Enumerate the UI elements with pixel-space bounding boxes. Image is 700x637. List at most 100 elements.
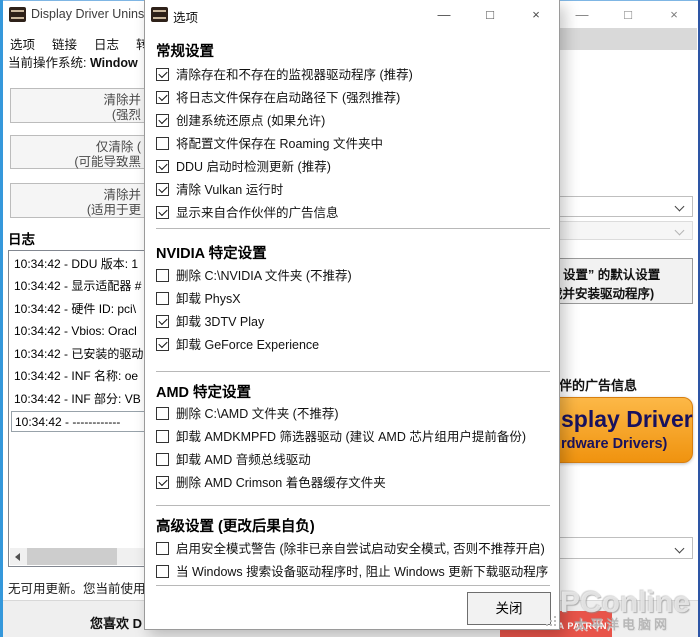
checkbox-label: 将配置文件保存在 Roaming 文件夹中 [176,137,383,151]
info-text-line: 载并安装驱动程序) [550,283,654,302]
section-header-general: 常规设置 [156,40,214,61]
checkbox-row[interactable]: 清除存在和不存在的监视器驱动程序 (推荐) [156,64,413,82]
dialog-close-action-button[interactable]: 关闭 [467,592,551,625]
checkbox[interactable] [156,206,169,219]
dialog-close-button[interactable]: × [513,0,559,30]
main-minimize-button[interactable]: — [559,0,605,30]
checkbox[interactable] [156,183,169,196]
resize-grip[interactable] [544,614,556,626]
window-border [0,0,3,637]
checkbox[interactable] [156,430,169,443]
checkbox-label: 删除 C:\NVIDIA 文件夹 (不推荐) [176,269,352,283]
banner-title-fragment: splay Driver [561,406,693,433]
checkbox-row[interactable]: 将配置文件保存在 Roaming 文件夹中 [156,133,383,151]
button-text-line: (强烈 [112,108,141,122]
checkbox-row[interactable]: DDU 启动时检测更新 (推荐) [156,156,331,174]
menu-links[interactable]: 链接 [52,34,77,53]
checkbox-row[interactable]: 创建系统还原点 (如果允许) [156,110,325,128]
button-text-line: 清除并 [103,93,141,107]
checkbox-label: 启用安全模式警告 (除非已亲自尝试启动安全模式, 否则不推荐开启) [176,542,545,556]
checkbox[interactable] [156,68,169,81]
checkbox[interactable] [156,542,169,555]
button-text-line: (适用于更 [87,203,141,217]
checkbox-label: 创建系统还原点 (如果允许) [176,114,325,128]
checkbox-row[interactable]: 卸载 PhysX [156,288,241,306]
menu-options[interactable]: 选项 [10,34,35,53]
ddu-app-icon [151,7,168,22]
checkbox[interactable] [156,114,169,127]
button-text-line: 清除并 [103,188,141,202]
checkbox[interactable] [156,453,169,466]
os-value: Window [90,56,138,70]
section-header-amd: AMD 特定设置 [156,381,251,402]
chevron-down-icon [675,226,685,236]
checkbox-row[interactable]: 当 Windows 搜索设备驱动程序时, 阻止 Windows 更新下载驱动程序 [156,561,548,579]
checkbox-row[interactable]: 显示来自合作伙伴的广告信息 [156,202,339,220]
checkbox-label: 将日志文件保存在启动路径下 (强烈推荐) [176,91,400,105]
checkbox-row[interactable]: 卸载 AMD 音频总线驱动 [156,449,311,467]
section-divider [156,505,550,506]
checkbox-row[interactable]: 删除 C:\NVIDIA 文件夹 (不推荐) [156,265,352,283]
main-window-title: Display Driver Unins [31,7,144,21]
checkbox-row[interactable]: 卸载 3DTV Play [156,311,264,329]
checkbox-row[interactable]: 将日志文件保存在启动路径下 (强烈推荐) [156,87,400,105]
options-dialog: 选项 — □ × 常规设置 清除存在和不存在的监视器驱动程序 (推荐) 将日志文… [144,0,560,630]
checkbox[interactable] [156,160,169,173]
checkbox[interactable] [156,476,169,489]
checkbox-row[interactable]: 删除 C:\AMD 文件夹 (不推荐) [156,403,339,421]
banner-subtitle-fragment: rdware Drivers) [561,436,667,452]
close-icon: × [670,7,678,22]
checkbox[interactable] [156,269,169,282]
checkbox[interactable] [156,407,169,420]
checkbox-label: 删除 C:\AMD 文件夹 (不推荐) [176,407,339,421]
main-close-button[interactable]: × [651,0,697,30]
checkbox-row[interactable]: 卸载 GeForce Experience [156,334,319,352]
checkbox-row[interactable]: 启用安全模式警告 (除非已亲自尝试启动安全模式, 否则不推荐开启) [156,538,545,556]
update-status-text: 无可用更新。您当前使用一 [8,578,158,597]
checkbox[interactable] [156,137,169,150]
checkbox-label: 显示来自合作伙伴的广告信息 [176,206,339,220]
dialog-minimize-button[interactable]: — [421,0,467,30]
current-os-line: 当前操作系统: Window [8,52,138,71]
scrollbar-thumb[interactable] [27,548,117,565]
section-header-advanced: 高级设置 (更改后果自负) [156,515,315,536]
checkbox-label: 卸载 GeForce Experience [176,338,319,352]
checkbox-label: 卸载 PhysX [176,292,241,306]
minimize-icon: — [438,7,451,22]
checkbox-row[interactable]: 删除 AMD Crimson 着色器缓存文件夹 [156,472,386,490]
checkbox-label: 卸载 AMD 音频总线驱动 [176,453,311,467]
dialog-maximize-button[interactable]: □ [467,0,513,30]
log-section-label: 日志 [8,228,35,248]
chevron-left-icon [15,553,20,561]
checkbox[interactable] [156,565,169,578]
checkbox-label: 删除 AMD Crimson 着色器缓存文件夹 [176,476,386,490]
checkbox-label: 卸载 AMDKMPFD 筛选器驱动 (建议 AMD 芯片组用户提前备份) [176,430,526,444]
checkbox[interactable] [156,292,169,305]
checkbox-label: 卸载 3DTV Play [176,315,264,329]
scroll-left-button[interactable] [10,548,27,565]
checkbox[interactable] [156,315,169,328]
info-text-line: 设置” 的默认设置 [563,264,660,283]
like-ddu-text: 您喜欢 D [0,613,142,632]
section-header-nvidia: NVIDIA 特定设置 [156,242,267,263]
checkbox[interactable] [156,338,169,351]
close-icon: × [532,7,540,22]
chevron-down-icon [675,202,685,212]
button-text-line: 仅清除 ( [96,140,141,154]
menu-log[interactable]: 日志 [94,34,119,53]
checkbox-row[interactable]: 卸载 AMDKMPFD 筛选器驱动 (建议 AMD 芯片组用户提前备份) [156,426,526,444]
checkbox-label: DDU 启动时检测更新 (推荐) [176,160,331,174]
maximize-icon: □ [624,7,632,22]
section-divider [156,585,550,586]
checkbox[interactable] [156,91,169,104]
checkbox-row[interactable]: 清除 Vulkan 运行时 [156,179,283,197]
minimize-icon: — [576,7,589,22]
main-maximize-button[interactable]: □ [605,0,651,30]
checkbox-label: 当 Windows 搜索设备驱动程序时, 阻止 Windows 更新下载驱动程序 [176,565,548,579]
section-divider [156,371,550,372]
chevron-down-icon [675,544,685,554]
section-divider [156,228,550,229]
checkbox-label: 清除 Vulkan 运行时 [176,183,283,197]
ddu-app-icon [9,7,26,22]
maximize-icon: □ [486,7,494,22]
